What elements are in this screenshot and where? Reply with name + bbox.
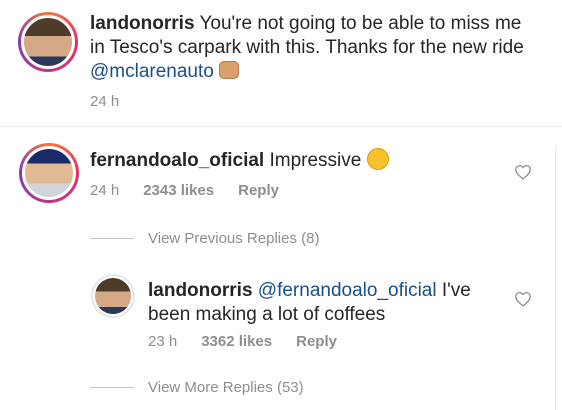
reply-text-block: landonorris @fernandoalo_oficial I've be… <box>148 279 498 327</box>
heart-outline-icon[interactable] <box>514 291 532 307</box>
comment-text-block: fernandoalo_oficial Impressive <box>90 148 490 173</box>
thinking-face-emoji-icon <box>366 148 389 170</box>
caption-mention[interactable]: @mclarenauto <box>90 61 214 82</box>
caption-meta: 24 h <box>90 93 119 110</box>
comments-page: landonorris You're not going to be able … <box>0 0 562 410</box>
caption-time[interactable]: 24 h <box>90 93 119 110</box>
caption-text-block: landonorris You're not going to be able … <box>90 12 540 84</box>
fist-bump-emoji-icon <box>219 61 240 79</box>
avatar[interactable] <box>93 276 133 316</box>
comment-meta: 24 h 2343 likes Reply <box>90 182 279 199</box>
thread-line <box>90 238 134 239</box>
view-previous-replies-link[interactable]: View Previous Replies (8) <box>148 230 319 247</box>
scrollbar[interactable] <box>555 142 562 410</box>
reply-button[interactable]: Reply <box>238 182 279 199</box>
comment-username[interactable]: fernandoalo_oficial <box>90 150 264 171</box>
avatar[interactable] <box>22 146 76 200</box>
heart-outline-icon[interactable] <box>514 164 532 180</box>
reply-time[interactable]: 23 h <box>148 333 177 350</box>
reply-mention[interactable]: @fernandoalo_oficial <box>258 280 437 301</box>
comment-likes[interactable]: 2343 likes <box>143 182 214 199</box>
view-more-replies-link[interactable]: View More Replies (53) <box>148 379 304 396</box>
reply-likes[interactable]: 3362 likes <box>201 333 272 350</box>
reply-button[interactable]: Reply <box>296 333 337 350</box>
divider <box>0 126 562 127</box>
reply-username[interactable]: landonorris <box>148 280 253 301</box>
comment-text: Impressive <box>269 150 362 171</box>
reply-meta: 23 h 3362 likes Reply <box>148 333 337 350</box>
comment-time[interactable]: 24 h <box>90 182 119 199</box>
thread-line <box>90 387 134 388</box>
caption-username[interactable]: landonorris <box>90 13 195 34</box>
avatar[interactable] <box>21 15 75 69</box>
